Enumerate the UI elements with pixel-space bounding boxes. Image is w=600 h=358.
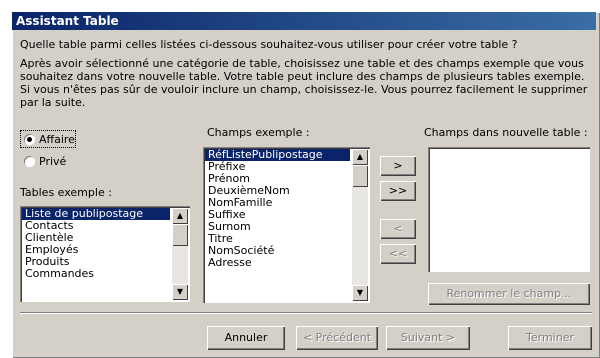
radio-prive[interactable]: Privé (24, 155, 66, 168)
scroll-thumb[interactable] (172, 224, 188, 246)
previous-button[interactable]: < Précédent (296, 326, 378, 350)
remove-field-button[interactable]: < (380, 219, 416, 239)
tables-label: Tables exemple : (20, 186, 112, 199)
fields-label: Champs exemple : (207, 126, 310, 139)
tables-listbox[interactable]: Liste de publipostage Contacts Clientèle Em… (20, 206, 190, 302)
new-fields-label: Champs dans nouvelle table : (424, 126, 588, 139)
rename-field-button[interactable]: Renommer le champ... (428, 283, 590, 305)
next-button[interactable]: Suivant > (386, 326, 470, 350)
scroll-down-arrow-icon[interactable]: ▼ (352, 285, 368, 301)
scroll-thumb[interactable] (352, 165, 368, 187)
list-item[interactable]: Adresse (205, 257, 350, 269)
add-all-fields-button[interactable]: >> (380, 181, 416, 201)
cancel-button[interactable]: Annuler (207, 326, 285, 350)
fields-listbox[interactable]: RéfListePublipostage Préfixe Prénom Deuxièm… (203, 147, 370, 303)
radio-prive-label: Privé (39, 155, 67, 168)
separator (20, 312, 592, 314)
radio-checked-icon (24, 134, 35, 145)
add-field-button[interactable]: > (380, 156, 416, 176)
prompt-text: Quelle table parmi celles listées ci-des… (20, 38, 518, 51)
instructions-text: Après avoir sélectionné une catégorie de… (20, 57, 588, 109)
new-fields-listbox[interactable] (428, 147, 590, 272)
remove-all-fields-button[interactable]: << (380, 244, 416, 264)
list-item[interactable]: Commandes (22, 268, 170, 280)
scroll-up-arrow-icon[interactable]: ▲ (352, 149, 368, 165)
radio-affaire[interactable]: Affaire (24, 133, 75, 146)
radio-affaire-label: Affaire (39, 133, 75, 146)
tables-scrollbar[interactable]: ▲ ▼ (172, 208, 188, 300)
scroll-down-arrow-icon[interactable]: ▼ (172, 284, 188, 300)
radio-unchecked-icon (24, 156, 35, 167)
window-title: Assistant Table (12, 12, 596, 30)
finish-button[interactable]: Terminer (508, 326, 592, 350)
fields-scrollbar[interactable]: ▲ ▼ (352, 149, 368, 301)
scroll-up-arrow-icon[interactable]: ▲ (172, 208, 188, 224)
